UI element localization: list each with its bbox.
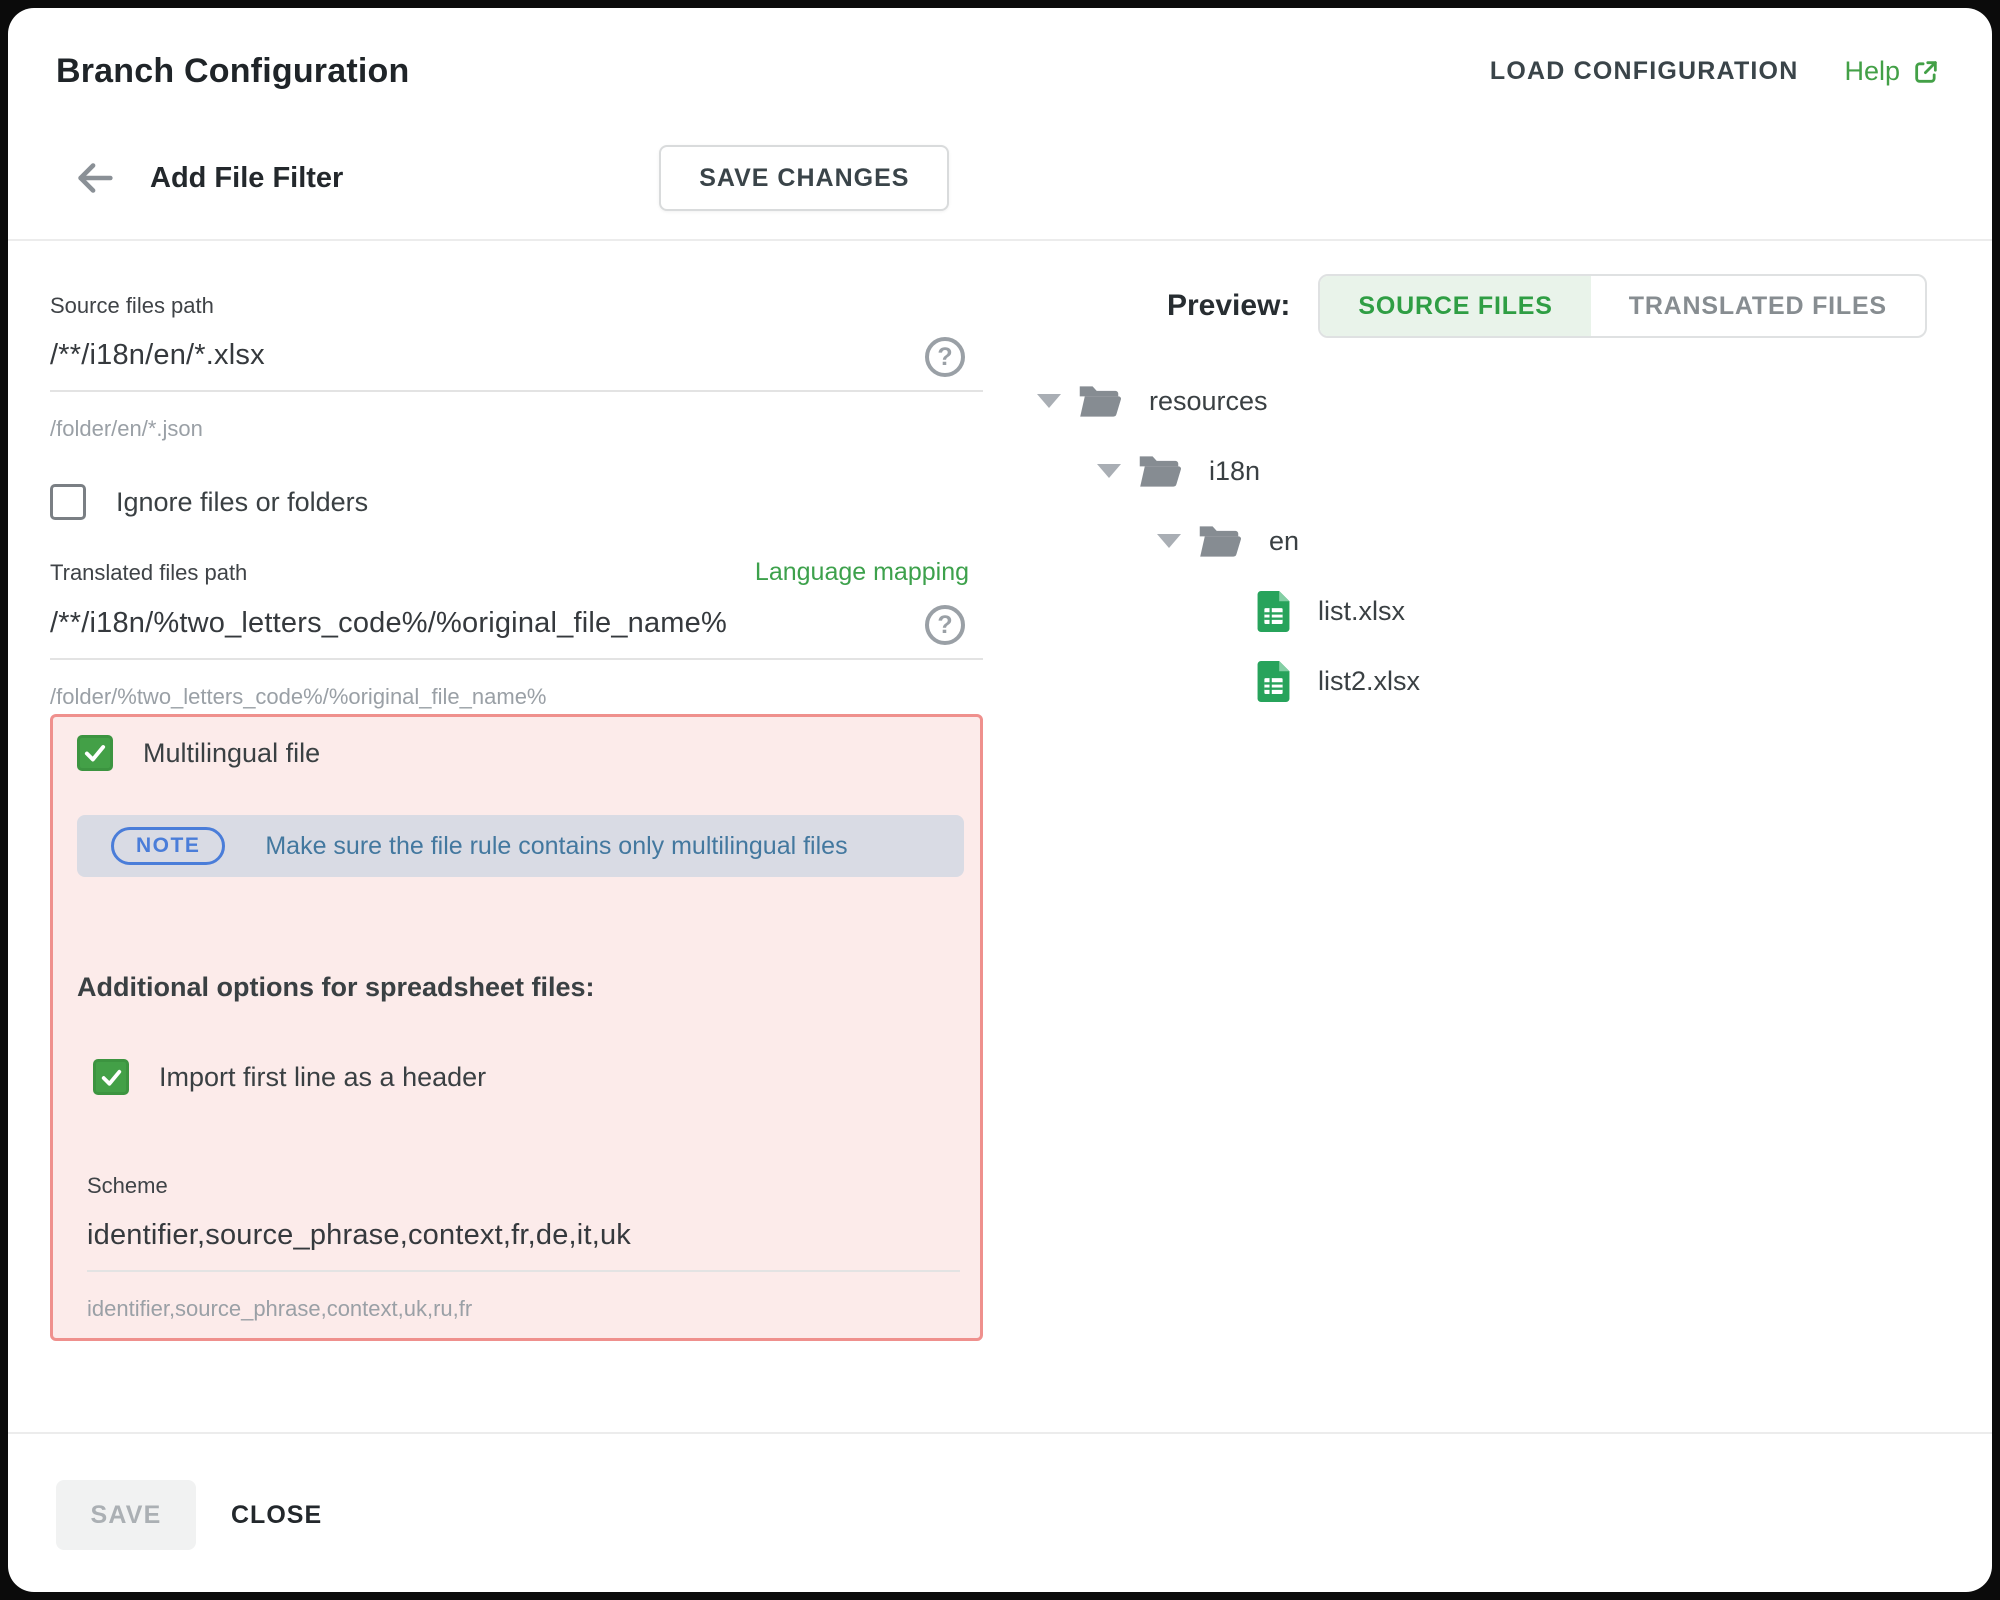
load-configuration-button[interactable]: LOAD CONFIGURATION xyxy=(1490,57,1799,86)
language-mapping-link[interactable]: Language mapping xyxy=(755,558,969,587)
chevron-down-icon[interactable] xyxy=(1097,464,1121,478)
tree-row-i18n[interactable]: i18n xyxy=(1037,436,1992,506)
translated-path-help-icon[interactable]: ? xyxy=(925,605,965,645)
tree-row-list2-xlsx[interactable]: list2.xlsx xyxy=(1037,646,1992,716)
checkbox-box[interactable] xyxy=(93,1059,129,1095)
tab-source-files[interactable]: SOURCE FILES xyxy=(1320,276,1590,336)
tab-translated-files[interactable]: TRANSLATED FILES xyxy=(1591,276,1925,336)
help-link[interactable]: Help xyxy=(1844,56,1940,87)
checkbox-box[interactable] xyxy=(77,735,113,771)
scheme-label: Scheme xyxy=(87,1173,964,1199)
close-button[interactable]: CLOSE xyxy=(231,1480,322,1550)
scheme-hint: identifier,source_phrase,context,uk,ru,f… xyxy=(87,1296,964,1322)
spreadsheet-file-icon xyxy=(1257,661,1290,702)
tree-item-name: i18n xyxy=(1209,456,1260,487)
folder-icon xyxy=(1077,383,1121,419)
dialog-header: Branch Configuration LOAD CONFIGURATION … xyxy=(8,8,1992,239)
source-path-hint: /folder/en/*.json xyxy=(50,416,983,442)
help-link-label: Help xyxy=(1844,56,1900,87)
folder-icon xyxy=(1197,523,1241,559)
preview-label: Preview: xyxy=(1167,289,1290,323)
translated-path-label: Translated files path xyxy=(50,560,247,586)
multilingual-highlight-box: Multilingual file NOTE Make sure the fil… xyxy=(50,714,983,1341)
tree-item-name: list2.xlsx xyxy=(1318,666,1420,697)
subpage-title: Add File Filter xyxy=(150,162,343,195)
import-header-checkbox[interactable]: Import first line as a header xyxy=(93,1059,964,1095)
source-path-value: /**/i18n/en/*.xlsx xyxy=(50,339,983,372)
external-link-icon xyxy=(1912,58,1940,86)
spreadsheet-options-heading: Additional options for spreadsheet files… xyxy=(77,972,964,1003)
translated-path-hint: /folder/%two_letters_code%/%original_fil… xyxy=(50,684,983,710)
ignore-files-checkbox[interactable]: Ignore files or folders xyxy=(50,484,983,520)
chevron-down-icon[interactable] xyxy=(1157,534,1181,548)
source-path-help-icon[interactable]: ? xyxy=(925,337,965,377)
note-banner: NOTE Make sure the file rule contains on… xyxy=(77,815,964,877)
ignore-files-label: Ignore files or folders xyxy=(116,487,368,518)
dialog-footer: SAVE CLOSE xyxy=(8,1432,1992,1592)
import-header-label: Import first line as a header xyxy=(159,1062,486,1093)
dialog-body: Source files path /**/i18n/en/*.xlsx ? /… xyxy=(8,241,1992,1432)
page-title: Branch Configuration xyxy=(56,52,409,91)
checkbox-box[interactable] xyxy=(50,484,86,520)
tree-row-en[interactable]: en xyxy=(1037,506,1992,576)
scheme-value: identifier,source_phrase,context,fr,de,i… xyxy=(87,1219,960,1252)
branch-configuration-dialog: Branch Configuration LOAD CONFIGURATION … xyxy=(8,8,1992,1592)
note-badge: NOTE xyxy=(111,827,225,865)
translated-path-value: /**/i18n/%two_letters_code%/%original_fi… xyxy=(50,607,983,640)
spreadsheet-file-icon xyxy=(1257,591,1290,632)
multilingual-label: Multilingual file xyxy=(143,738,320,769)
source-path-input[interactable]: /**/i18n/en/*.xlsx ? xyxy=(50,339,983,392)
save-changes-button[interactable]: SAVE CHANGES xyxy=(659,145,949,211)
translated-path-input[interactable]: /**/i18n/%two_letters_code%/%original_fi… xyxy=(50,607,983,660)
tree-item-name: list.xlsx xyxy=(1318,596,1405,627)
check-icon xyxy=(99,1065,124,1090)
back-button[interactable] xyxy=(72,155,118,201)
preview-tabs: SOURCE FILES TRANSLATED FILES xyxy=(1318,274,1927,338)
file-tree: resources i18n xyxy=(1037,366,1992,716)
save-button[interactable]: SAVE xyxy=(56,1480,196,1550)
preview-panel: Preview: SOURCE FILES TRANSLATED FILES xyxy=(1037,241,1992,716)
tree-item-name: resources xyxy=(1149,386,1268,417)
tree-row-resources[interactable]: resources xyxy=(1037,366,1992,436)
folder-icon xyxy=(1137,453,1181,489)
tree-item-name: en xyxy=(1269,526,1299,557)
source-path-label: Source files path xyxy=(50,293,983,319)
tree-row-list-xlsx[interactable]: list.xlsx xyxy=(1037,576,1992,646)
file-filter-form: Source files path /**/i18n/en/*.xlsx ? /… xyxy=(50,241,983,1341)
scheme-input[interactable]: identifier,source_phrase,context,fr,de,i… xyxy=(87,1219,960,1272)
check-icon xyxy=(82,740,108,766)
multilingual-checkbox[interactable]: Multilingual file xyxy=(77,735,964,771)
note-text: Make sure the file rule contains only mu… xyxy=(265,832,847,861)
chevron-down-icon[interactable] xyxy=(1037,394,1061,408)
